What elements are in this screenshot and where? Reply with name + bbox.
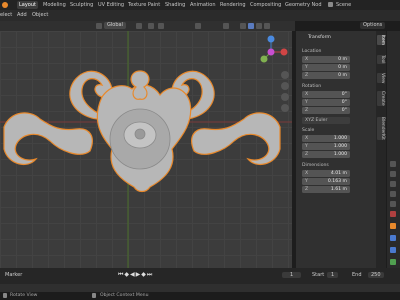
scale-x-field[interactable]: X 1.000 [302,135,350,142]
sidebar-tab-view[interactable]: View [377,73,385,84]
transform-orientation-dropdown[interactable]: Global [104,22,126,29]
camera-view-icon [281,93,289,101]
end-frame-label: End [352,272,362,278]
tab-uv-editing[interactable]: UV Editing [98,1,124,9]
3d-viewport[interactable] [0,31,292,268]
tab-texture-paint[interactable]: Texture Paint [128,1,160,9]
current-frame-field[interactable]: 1 [282,272,302,278]
dimensions-z-field[interactable]: Z 1.61 m [302,186,350,193]
render-properties-icon[interactable] [390,171,396,177]
timeline-marker-menu[interactable]: Marker [5,272,22,278]
scale-y-field[interactable]: Y 1.000 [302,143,350,150]
location-z-field[interactable]: Z0 m [302,72,350,79]
gizmo-x-icon [280,48,288,56]
constraint-properties-icon[interactable] [390,247,396,253]
timeline-ruler[interactable] [0,284,400,292]
status-bar: Rotate View Object Context Menu [0,292,400,300]
status-context-menu: Object Context Menu [100,293,149,298]
view-layer-properties-icon[interactable] [390,191,396,197]
pan-hand-icon [281,82,289,90]
viewport-menu-bar: elect Add Object [0,10,400,21]
gizmo-center-icon [267,48,275,56]
tab-rendering[interactable]: Rendering [220,1,246,9]
data-properties-icon[interactable] [390,259,396,265]
tab-animation[interactable]: Animation [190,1,216,9]
tab-shading[interactable]: Shading [165,1,185,9]
object-properties-icon[interactable] [390,223,396,229]
modifier-properties-icon[interactable] [390,235,396,241]
wireframe-shading-icon[interactable] [240,23,246,29]
dimensions-label: Dimensions [302,163,329,168]
viewport-nav-buttons [281,71,289,112]
xray-icon[interactable] [223,23,229,29]
world-properties-icon[interactable] [390,211,396,217]
scene-icon [328,2,333,7]
blender-logo-icon[interactable] [2,2,8,8]
start-frame-field[interactable]: 1 [327,272,339,278]
location-label: Location [302,49,322,54]
rotation-z-field[interactable]: Z 0° [302,107,350,114]
dimensions-y-field[interactable]: Y 0.163 m [302,178,350,185]
gizmo-y-icon [260,55,268,63]
viewport-header: Global Options [0,21,386,31]
dimensions-x-field[interactable]: X 4.01 m [302,170,350,177]
output-properties-icon[interactable] [390,181,396,187]
mouse-middle-icon [3,293,7,298]
viewport-canvas [0,31,292,268]
options-dropdown[interactable]: Options [360,22,386,29]
pivot-icon[interactable] [136,23,142,29]
workspace-bar: Layout Modeling Sculpting UV Editing Tex… [0,0,400,10]
scale-label: Scale [302,128,315,133]
menu-add[interactable]: Add [17,12,27,18]
tab-sculpting[interactable]: Sculpting [70,1,93,9]
location-x-field[interactable]: X0 m [302,56,350,63]
zoom-icon [281,71,289,79]
central-flower [109,108,171,170]
end-frame-field[interactable]: 250 [368,272,384,278]
tab-compositing[interactable]: Compositing [250,1,281,9]
jump-end-icon[interactable]: ⏭ [147,271,153,278]
location-y-field[interactable]: Y0 m [302,64,350,71]
menu-select[interactable]: elect [0,12,12,18]
tab-modeling[interactable]: Modeling [43,1,66,9]
sidebar-tab-create[interactable]: Create [377,91,385,106]
status-rotate-view: Rotate View [10,293,38,298]
nav-gizmo [260,35,288,63]
rendered-shading-icon[interactable] [264,23,270,29]
rotation-y-field[interactable]: Y 0° [302,99,350,106]
overlay-icon[interactable] [195,23,201,29]
mouse-right-icon [92,293,96,298]
sidebar-tab-blenderkit[interactable]: BlenderKit [377,117,385,140]
sidebar-tab-item[interactable]: Item [377,35,385,45]
transform-section-header[interactable]: Transform [308,35,331,40]
tool-properties-icon[interactable] [390,161,396,167]
scene-name[interactable]: Scene [336,1,351,9]
sidebar-tab-tool[interactable]: Tool [377,55,385,64]
tab-layout[interactable]: Layout [17,1,38,9]
perspective-toggle-icon [281,104,289,112]
snap-icon[interactable] [148,23,154,29]
menu-object[interactable]: Object [32,12,48,18]
gizmo-z-icon [267,35,275,43]
properties-editor-tabs [387,31,400,268]
proportional-edit-icon[interactable] [158,23,164,29]
cursor-icon[interactable] [96,23,102,29]
rotation-label: Rotation [302,84,322,89]
sidebar-tabs: Item Tool View Create BlenderKit [376,31,386,268]
scene-properties-icon[interactable] [390,201,396,207]
sidebar-n-panel: Transform Location X0 m Y0 m Z0 m Rotati… [296,31,376,268]
scale-z-field[interactable]: Z 1.000 [302,151,350,158]
tab-geometry-nodes[interactable]: Geometry Nod [285,1,322,9]
solid-shading-icon[interactable] [248,23,254,29]
rotation-x-field[interactable]: X 0° [302,91,350,98]
playback-controls: ⏮◆◀▶◆⏭ [118,271,153,279]
start-frame-label: Start [312,272,325,278]
material-shading-icon[interactable] [256,23,262,29]
timeline-header: Marker ⏮◆◀▶◆⏭ 1 Start 1 End 250 [0,268,400,284]
rotation-mode-dropdown[interactable]: XYZ Euler [302,117,350,124]
